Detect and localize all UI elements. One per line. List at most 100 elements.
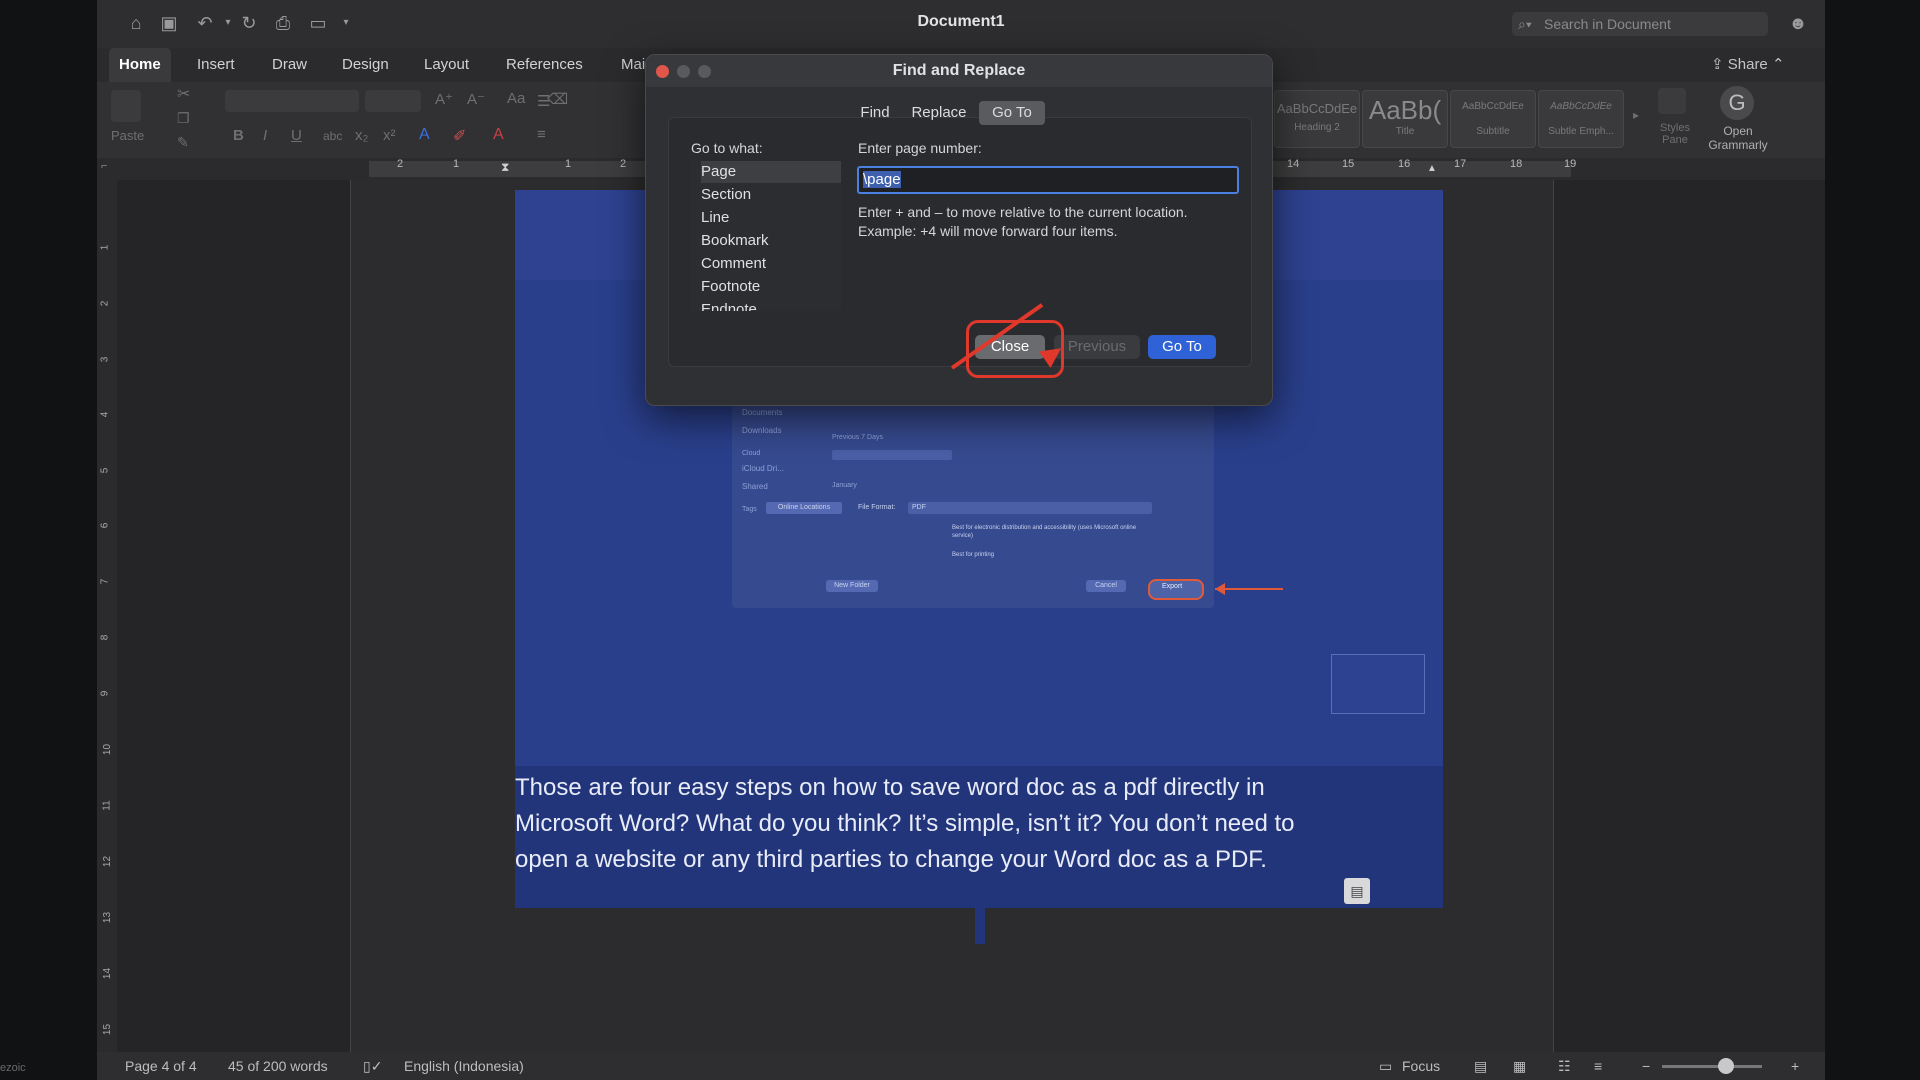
styles-pane-icon[interactable] bbox=[1658, 88, 1686, 114]
style-preview: AaBbCcDdEe bbox=[1550, 101, 1612, 112]
go-to-item-page[interactable]: Page bbox=[701, 161, 841, 183]
grow-font-icon[interactable]: A⁺ bbox=[435, 90, 453, 108]
style-subtle-emphasis[interactable]: AaBbCcDdEe Subtle Emph... bbox=[1538, 90, 1624, 148]
embedded-option-1: Best for electronic distribution and acc… bbox=[952, 525, 1137, 539]
tab-replace[interactable]: Replace bbox=[905, 101, 973, 125]
bullets-icon[interactable]: ☰ bbox=[537, 92, 550, 110]
page-number-input[interactable]: \page bbox=[857, 166, 1239, 194]
highlight-icon[interactable]: ✐ bbox=[453, 126, 466, 146]
style-preview: AaBbCcDdEe bbox=[1276, 101, 1358, 116]
bold-icon[interactable]: B bbox=[233, 127, 244, 144]
paragraph-line: Those are four easy steps on how to save… bbox=[515, 770, 1443, 806]
status-bar: Page 4 of 4 45 of 200 words ▯✓ English (… bbox=[97, 1052, 1825, 1080]
paste-icon[interactable] bbox=[111, 90, 141, 122]
paste-options-icon[interactable]: ▤ bbox=[1344, 878, 1370, 904]
indent-marker-icon[interactable]: ⧗ bbox=[501, 160, 509, 175]
embedded-arrow-head-icon bbox=[1215, 583, 1225, 595]
go-to-item-line[interactable]: Line bbox=[701, 207, 841, 229]
zoom-window-icon[interactable] bbox=[698, 65, 711, 78]
search-box[interactable]: ⌕▾ Search in Document bbox=[1512, 12, 1768, 36]
font-name-select[interactable] bbox=[225, 90, 359, 112]
vertical-ruler[interactable]: 1 2 3 4 5 6 7 8 9 10 11 12 13 14 15 bbox=[97, 180, 118, 1060]
tab-go-to[interactable]: Go To bbox=[979, 101, 1045, 125]
go-to-button[interactable]: Go To bbox=[1148, 335, 1216, 359]
vertical-ruler-number: 13 bbox=[102, 911, 114, 924]
text-effects-icon[interactable]: A bbox=[419, 126, 430, 144]
embedded-sidebar-documents: Documents bbox=[742, 408, 783, 417]
print-layout-icon[interactable]: ▤ bbox=[1474, 1058, 1487, 1075]
vertical-ruler-number: 2 bbox=[99, 300, 111, 307]
zoom-in-icon[interactable]: + bbox=[1791, 1058, 1799, 1074]
selected-paragraph[interactable]: Those are four easy steps on how to save… bbox=[515, 770, 1443, 878]
superscript-icon[interactable]: x² bbox=[383, 127, 396, 144]
subscript-icon[interactable]: x₂ bbox=[355, 127, 368, 144]
style-heading-2[interactable]: AaBbCcDdEe Heading 2 bbox=[1274, 90, 1360, 148]
align-left-icon[interactable]: ≡ bbox=[537, 126, 546, 143]
font-color-icon[interactable]: A bbox=[493, 126, 504, 144]
style-label: Subtle Emph... bbox=[1548, 126, 1614, 137]
word-count[interactable]: 45 of 200 words bbox=[228, 1058, 328, 1074]
ruler-number: 18 bbox=[1510, 158, 1523, 170]
tab-layout[interactable]: Layout bbox=[424, 48, 469, 82]
italic-icon[interactable]: I bbox=[263, 127, 267, 144]
tab-design[interactable]: Design bbox=[342, 48, 389, 82]
embedded-thumbnail bbox=[1331, 654, 1425, 714]
vertical-ruler-number: 4 bbox=[99, 411, 111, 418]
embedded-sidebar-shared: Shared bbox=[742, 482, 768, 491]
change-case-icon[interactable]: Aa bbox=[507, 90, 525, 107]
embedded-recent-label: Previous 7 Days bbox=[832, 434, 883, 441]
embedded-new-folder: New Folder bbox=[826, 580, 878, 592]
embedded-arrow-line bbox=[1215, 588, 1283, 590]
shrink-font-icon[interactable]: A⁻ bbox=[467, 90, 485, 108]
go-to-item-bookmark[interactable]: Bookmark bbox=[701, 230, 841, 252]
go-to-what-list[interactable]: Page Section Line Bookmark Comment Footn… bbox=[691, 161, 841, 311]
page-count[interactable]: Page 4 of 4 bbox=[125, 1058, 197, 1074]
ruler-number: 2 bbox=[620, 158, 627, 170]
outline-view-icon[interactable]: ☷ bbox=[1558, 1058, 1571, 1075]
ruler-number: 1 bbox=[453, 158, 460, 170]
language-indicator[interactable]: English (Indonesia) bbox=[404, 1058, 524, 1074]
tab-selector-icon[interactable]: ⌐ bbox=[101, 160, 107, 172]
tab-mailings[interactable]: Mai bbox=[621, 48, 645, 82]
proofing-icon[interactable]: ▯✓ bbox=[363, 1058, 382, 1075]
grammarly-icon[interactable]: G bbox=[1720, 86, 1754, 120]
cut-icon[interactable]: ✂ bbox=[177, 84, 190, 104]
share-button[interactable]: ⇪ Share ⌃ bbox=[1711, 48, 1785, 82]
page-number-value: \page bbox=[863, 171, 901, 188]
tab-insert[interactable]: Insert bbox=[197, 48, 235, 82]
zoom-slider[interactable] bbox=[1662, 1065, 1762, 1068]
tab-draw[interactable]: Draw bbox=[272, 48, 307, 82]
styles-more-icon[interactable]: ▸ bbox=[1633, 108, 1639, 122]
right-indent-marker-icon[interactable]: ▲ bbox=[1427, 163, 1437, 174]
go-to-item-section[interactable]: Section bbox=[701, 184, 841, 206]
tab-home[interactable]: Home bbox=[109, 48, 171, 82]
tab-find[interactable]: Find bbox=[851, 101, 899, 125]
dialog-title: Find and Replace bbox=[646, 55, 1272, 87]
zoom-slider-handle[interactable] bbox=[1718, 1058, 1734, 1074]
go-to-item-comment[interactable]: Comment bbox=[701, 253, 841, 275]
embedded-export: Export bbox=[1162, 583, 1183, 590]
close-window-icon[interactable] bbox=[656, 65, 669, 78]
enter-page-number-label: Enter page number: bbox=[858, 140, 982, 156]
draft-view-icon[interactable]: ≡ bbox=[1594, 1058, 1602, 1074]
strikethrough-icon[interactable]: abc bbox=[323, 129, 342, 143]
focus-button[interactable]: Focus bbox=[1402, 1058, 1440, 1074]
copy-icon[interactable]: ❐ bbox=[177, 110, 190, 127]
corner-watermark: ezoic bbox=[0, 1062, 26, 1074]
style-title[interactable]: AaBb( Title bbox=[1362, 90, 1448, 148]
open-grammarly-label: Open Grammarly bbox=[1708, 124, 1768, 152]
tab-references[interactable]: References bbox=[506, 48, 583, 82]
underline-icon[interactable]: U bbox=[291, 127, 302, 144]
go-to-item-footnote[interactable]: Footnote bbox=[701, 276, 841, 298]
previous-button[interactable]: Previous bbox=[1054, 335, 1140, 359]
format-painter-icon[interactable]: ✎ bbox=[177, 134, 189, 151]
web-layout-icon[interactable]: ▦ bbox=[1513, 1058, 1526, 1075]
zoom-out-icon[interactable]: − bbox=[1642, 1058, 1650, 1074]
font-size-select[interactable] bbox=[365, 90, 421, 112]
account-icon[interactable]: ☻ bbox=[1787, 12, 1809, 34]
go-to-item-endnote[interactable]: Endnote bbox=[701, 299, 841, 311]
style-subtitle[interactable]: AaBbCcDdEe Subtitle bbox=[1450, 90, 1536, 148]
find-replace-dialog: Find and Replace Find Replace Go To Go t… bbox=[645, 54, 1273, 406]
minimize-window-icon[interactable] bbox=[677, 65, 690, 78]
embedded-option-2: Best for printing bbox=[952, 552, 995, 558]
